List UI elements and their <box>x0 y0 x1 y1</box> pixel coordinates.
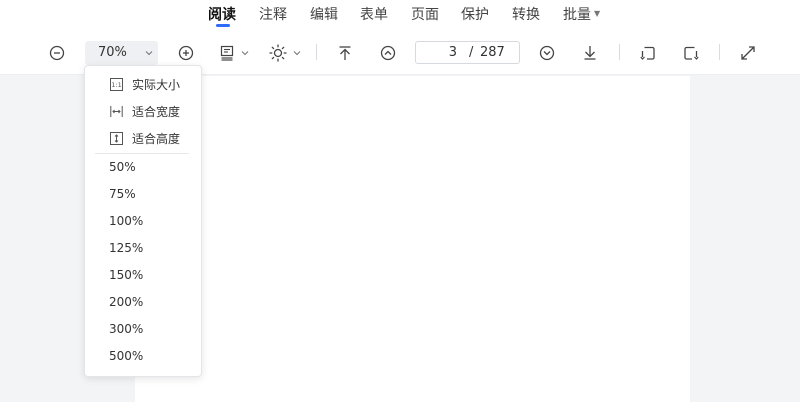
zoom-option-label: 500% <box>109 349 144 363</box>
zoom-option-label: 150% <box>109 268 144 282</box>
fullscreen-button[interactable] <box>737 40 759 66</box>
zoom-option-label: 125% <box>109 241 144 255</box>
zoom-option-label: 适合高度 <box>132 132 181 146</box>
rotate-left-icon <box>640 46 655 60</box>
zoom-option-100[interactable]: 100% <box>85 208 201 235</box>
zoom-option-500[interactable]: 500% <box>85 343 201 370</box>
zoom-option-125[interactable]: 125% <box>85 235 201 262</box>
previous-page-button[interactable] <box>377 40 399 66</box>
zoom-option-label: 75% <box>109 187 136 201</box>
batch-dropdown-caret-icon[interactable]: ▼ <box>594 9 600 19</box>
brightness-button[interactable] <box>267 40 303 66</box>
zoom-option-actual-size[interactable]: 1:1 实际大小 <box>85 72 201 99</box>
next-page-icon <box>539 45 555 61</box>
tab-protect[interactable]: 保护 <box>461 5 489 25</box>
top-bar: 阅读 注释 编辑 表单 页面 保护 转换 批量 ▼ 70% 3 / 287 <box>0 0 800 75</box>
chevron-down-icon <box>241 51 249 56</box>
zoom-option-fit-width[interactable]: 适合宽度 <box>85 99 201 126</box>
zoom-option-label: 适合宽度 <box>132 105 181 119</box>
active-tab-indicator <box>216 24 230 27</box>
zoom-option-label: 300% <box>109 322 144 336</box>
zoom-out-button[interactable] <box>46 40 68 66</box>
brightness-icon <box>269 44 287 62</box>
first-page-icon <box>339 46 351 60</box>
toolbar-divider <box>719 44 720 60</box>
tab-read[interactable]: 阅读 <box>208 5 236 25</box>
page-layout-button[interactable] <box>217 40 251 66</box>
rotate-right-icon <box>684 46 699 60</box>
zoom-option-fit-height[interactable]: 适合高度 <box>85 126 201 153</box>
previous-page-icon <box>380 45 396 61</box>
zoom-select[interactable]: 70% <box>85 41 158 65</box>
zoom-option-50[interactable]: 50% <box>85 154 201 181</box>
fit-height-icon <box>110 132 123 145</box>
first-page-button[interactable] <box>334 40 356 66</box>
toolbar-divider <box>619 44 620 60</box>
zoom-value: 70% <box>98 45 127 60</box>
fit-width-icon <box>110 106 123 117</box>
zoom-in-button[interactable] <box>175 40 197 66</box>
current-page: 3 <box>448 45 457 60</box>
tab-convert[interactable]: 转换 <box>512 5 540 25</box>
rotate-left-button[interactable] <box>637 40 659 66</box>
tab-batch[interactable]: 批量 <box>563 5 591 25</box>
zoom-option-label: 200% <box>109 295 144 309</box>
tab-page[interactable]: 页面 <box>411 5 439 25</box>
toolbar-divider <box>316 44 317 60</box>
rotate-right-button[interactable] <box>680 40 702 66</box>
zoom-out-icon <box>49 45 65 61</box>
zoom-option-label: 50% <box>109 160 136 174</box>
actual-size-icon: 1:1 <box>110 78 123 91</box>
svg-text:1:1: 1:1 <box>111 81 121 89</box>
chevron-down-icon <box>145 51 153 56</box>
zoom-in-icon <box>178 45 194 61</box>
last-page-icon <box>584 46 596 60</box>
next-page-button[interactable] <box>536 40 558 66</box>
tab-form[interactable]: 表单 <box>360 5 388 25</box>
fullscreen-icon <box>741 46 755 60</box>
zoom-option-label: 实际大小 <box>132 78 181 92</box>
page-separator: / <box>469 45 474 60</box>
zoom-option-75[interactable]: 75% <box>85 181 201 208</box>
tab-edit[interactable]: 编辑 <box>310 5 338 25</box>
zoom-option-150[interactable]: 150% <box>85 262 201 289</box>
zoom-option-200[interactable]: 200% <box>85 289 201 316</box>
page-layout-icon <box>220 45 234 61</box>
document-page[interactable] <box>135 76 690 402</box>
zoom-dropdown-menu: 1:1 实际大小 适合宽度 适合高度 50% 75% 100% 125% 150… <box>84 65 202 377</box>
total-pages: 287 <box>480 45 505 60</box>
last-page-button[interactable] <box>579 40 601 66</box>
zoom-option-label: 100% <box>109 214 144 228</box>
tab-annotate[interactable]: 注释 <box>259 5 287 25</box>
page-number-field[interactable]: 3 / 287 <box>415 41 520 64</box>
chevron-down-icon <box>293 51 301 56</box>
zoom-option-300[interactable]: 300% <box>85 316 201 343</box>
